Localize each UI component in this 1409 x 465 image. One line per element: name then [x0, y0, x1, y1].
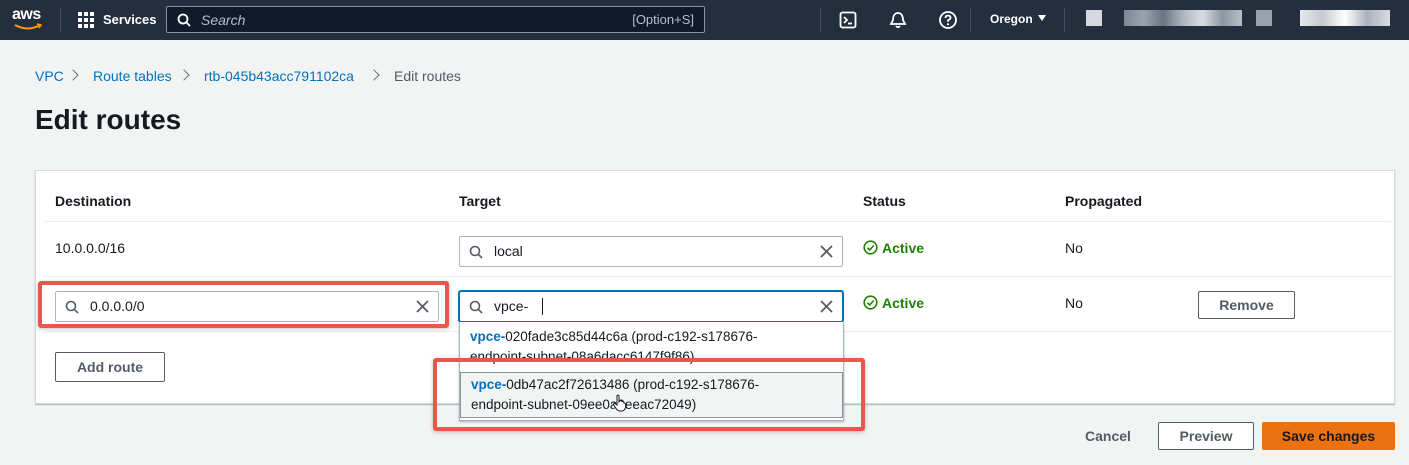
option-highlight	[433, 358, 865, 431]
column-header-destination: Destination	[55, 193, 132, 209]
propagated-value: No	[1065, 295, 1083, 311]
chevron-right-icon	[368, 69, 380, 81]
column-header-status: Status	[863, 193, 906, 209]
status-text: Active	[882, 295, 925, 311]
region-selector[interactable]: Oregon	[990, 12, 1033, 26]
page-title: Edit routes	[35, 104, 182, 135]
column-header-target: Target	[459, 193, 501, 209]
clear-icon[interactable]	[819, 299, 834, 314]
nav-divider	[1064, 8, 1065, 32]
check-circle-icon	[863, 240, 878, 255]
target-value: vpce-	[494, 298, 529, 314]
destination-value: 10.0.0.0/16	[55, 240, 126, 256]
caret-down-icon[interactable]	[1038, 15, 1046, 21]
help-icon[interactable]	[938, 10, 958, 30]
aws-logo[interactable]: aws	[12, 6, 46, 34]
breadcrumb-route-table-id[interactable]: rtb-045b43acc791102ca	[204, 68, 354, 84]
text-cursor	[542, 298, 543, 315]
nav-divider	[820, 8, 821, 32]
chevron-right-icon	[67, 69, 79, 81]
account-info-redacted[interactable]	[1124, 10, 1242, 26]
option-match-text: vpce-	[470, 329, 506, 344]
status-text: Active	[882, 240, 925, 256]
save-changes-button[interactable]: Save changes	[1262, 422, 1395, 450]
destination-highlight	[38, 281, 449, 328]
cloudshell-icon[interactable]	[838, 10, 858, 30]
top-navigation: aws Services Search [Option+S] Oregon	[0, 0, 1409, 40]
bell-icon[interactable]	[888, 10, 908, 30]
services-grid-icon[interactable]	[78, 12, 94, 28]
add-route-button[interactable]: Add route	[55, 352, 165, 382]
breadcrumb-vpc[interactable]: VPC	[35, 68, 64, 84]
preview-button[interactable]: Preview	[1158, 422, 1254, 450]
nav-divider	[970, 8, 971, 32]
breadcrumb-current: Edit routes	[394, 68, 461, 84]
services-menu[interactable]: Services	[103, 12, 157, 27]
search-icon	[469, 245, 483, 259]
clear-icon[interactable]	[819, 244, 834, 259]
target-value: local	[494, 243, 523, 259]
remove-button[interactable]: Remove	[1198, 291, 1295, 319]
column-header-propagated: Propagated	[1065, 193, 1143, 209]
row-divider	[45, 276, 1391, 277]
global-search-input[interactable]: Search [Option+S]	[166, 6, 705, 33]
row-divider	[45, 221, 1391, 222]
cancel-button[interactable]: Cancel	[1085, 428, 1131, 444]
option-line: 020fade3c85d44c6a (prod-c192-s178676-	[505, 329, 758, 344]
smile-icon	[14, 23, 42, 30]
search-icon	[469, 300, 483, 314]
account-info-redacted[interactable]	[1086, 10, 1102, 26]
chevron-right-icon	[178, 69, 190, 81]
target-input[interactable]: vpce-	[459, 291, 843, 322]
search-placeholder: Search	[201, 12, 246, 28]
account-info-redacted	[1256, 10, 1272, 26]
search-shortcut: [Option+S]	[632, 12, 694, 27]
target-input[interactable]: local	[459, 236, 843, 267]
propagated-value: No	[1065, 240, 1083, 256]
breadcrumb-route-tables[interactable]: Route tables	[93, 68, 172, 84]
aws-logo-text: aws	[12, 6, 41, 23]
nav-divider	[60, 8, 61, 32]
check-circle-icon	[863, 295, 878, 310]
search-icon	[177, 13, 191, 27]
account-info-redacted[interactable]	[1300, 10, 1390, 26]
